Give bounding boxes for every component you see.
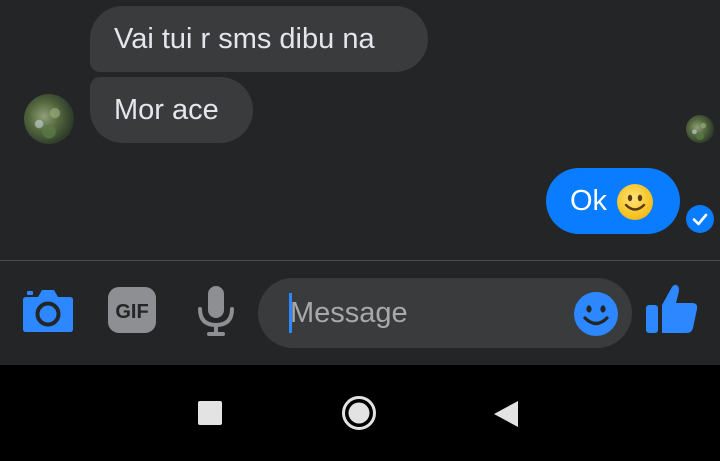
conversation-area: Vai tui r sms dibu na Mor ace Ok	[0, 0, 720, 260]
circle-home-icon[interactable]	[341, 395, 377, 431]
message-input-field[interactable]	[258, 278, 632, 348]
message-text: Vai tui r sms dibu na	[114, 23, 375, 55]
message-input[interactable]	[290, 292, 560, 334]
svg-text:GIF: GIF	[115, 301, 148, 323]
microphone-icon[interactable]	[196, 285, 236, 337]
check-circle-icon	[686, 205, 714, 233]
incoming-message-bubble[interactable]: Mor ace	[90, 77, 253, 143]
camera-icon[interactable]	[22, 287, 74, 333]
slightly-smiling-face-emoji	[617, 184, 653, 220]
emoji-icon[interactable]	[573, 291, 619, 337]
message-text: Mor ace	[114, 94, 219, 126]
outgoing-message-bubble[interactable]: Ok	[546, 168, 680, 234]
incoming-message-bubble[interactable]: Vai tui r sms dibu na	[90, 6, 428, 72]
seen-by-avatar	[686, 115, 714, 143]
thumbs-up-icon[interactable]	[644, 283, 700, 335]
square-icon[interactable]	[198, 401, 222, 425]
message-text: Ok	[570, 185, 608, 217]
text-cursor	[289, 293, 292, 333]
gif-icon[interactable]: GIF	[108, 287, 156, 333]
triangle-back-icon[interactable]	[492, 399, 520, 429]
contact-avatar[interactable]	[24, 94, 74, 144]
